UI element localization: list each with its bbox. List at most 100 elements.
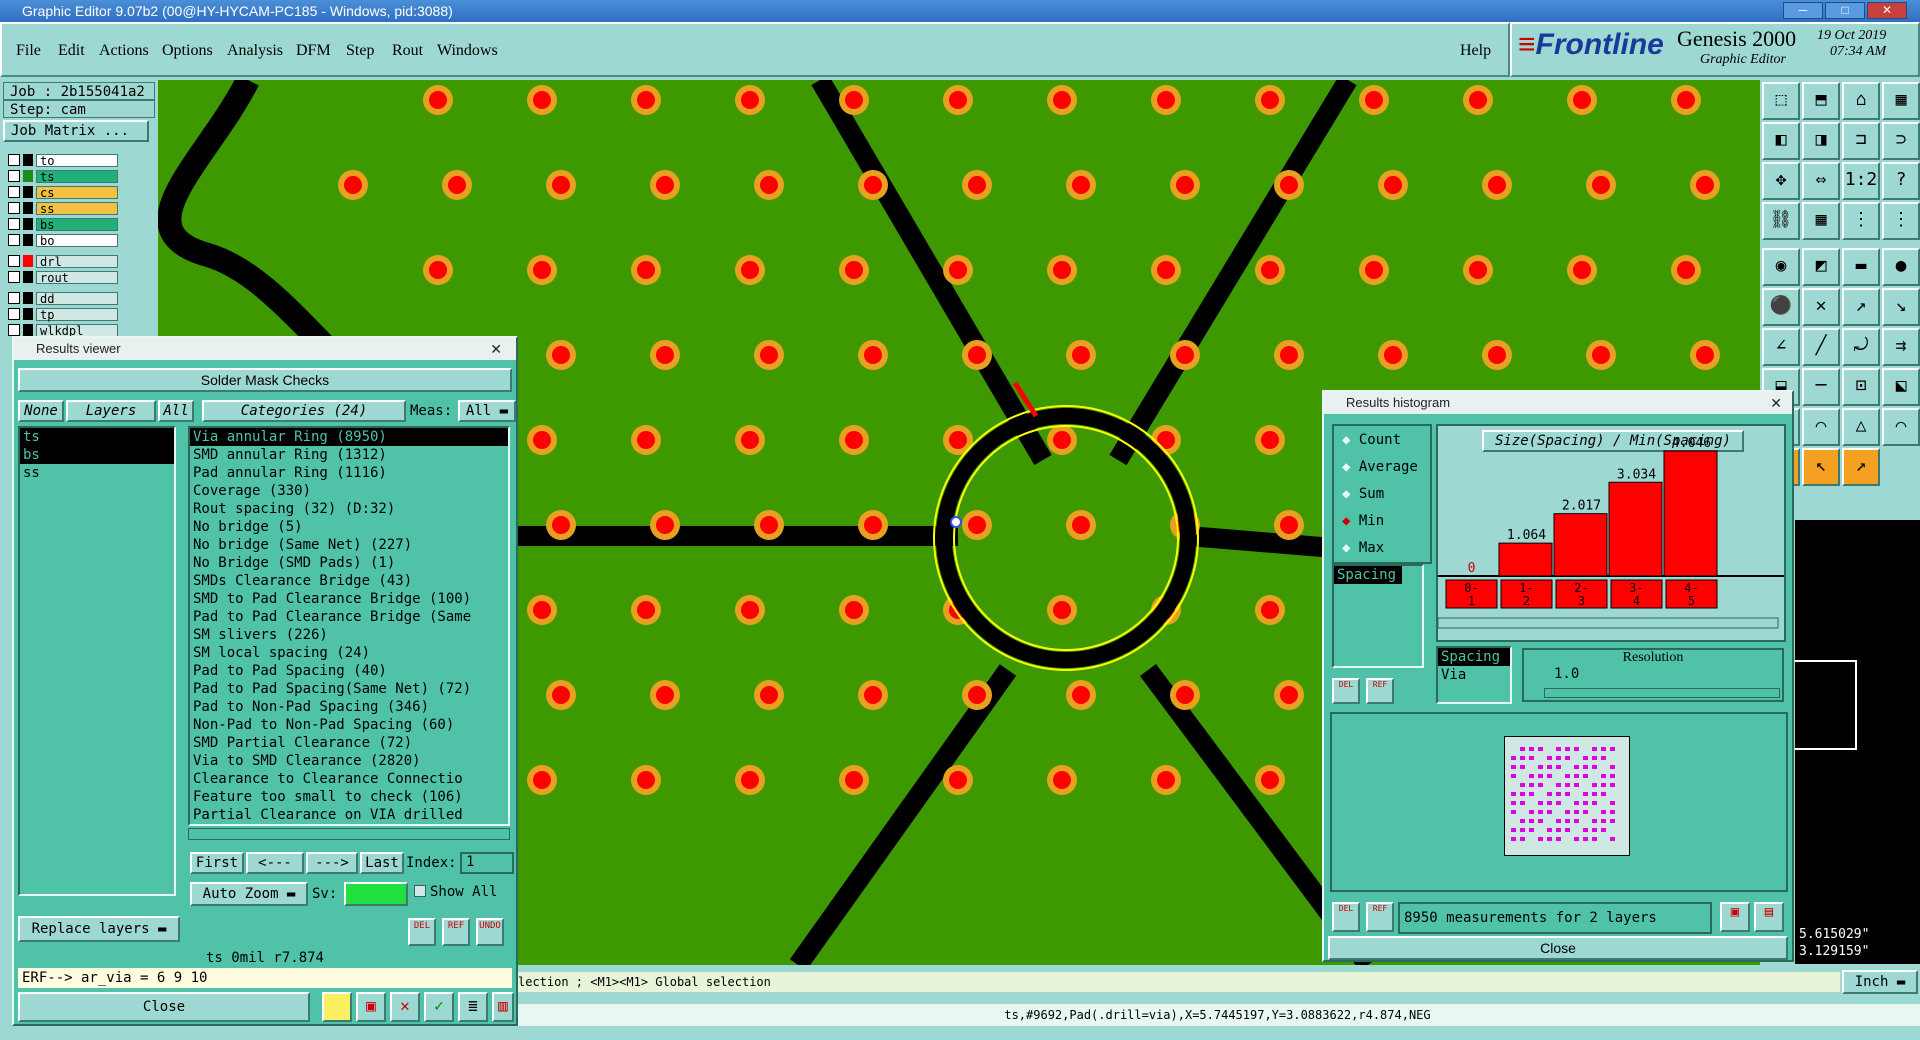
histogram-titlebar[interactable]: Results histogram ✕ [1324, 392, 1792, 414]
layer-checkbox[interactable] [8, 324, 20, 336]
index-input[interactable]: 1 [460, 852, 514, 874]
minimize-button[interactable]: ─ [1783, 2, 1823, 19]
tool-button-icon[interactable]: 1:2 [1842, 162, 1880, 200]
menu-windows[interactable]: Windows [437, 42, 498, 60]
undo-button[interactable]: UNDO [476, 918, 504, 946]
tool-button-icon[interactable]: ∠ [1762, 328, 1800, 366]
category-item[interactable]: SMD to Pad Clearance Bridge (100) [190, 590, 508, 608]
category-item[interactable]: SM local spacing (24) [190, 644, 508, 662]
category-item[interactable]: Pad to Pad Spacing (40) [190, 662, 508, 680]
del-button[interactable]: DEL [1332, 902, 1360, 932]
maximize-button[interactable]: □ [1825, 2, 1865, 19]
layer-name[interactable]: ts [36, 169, 118, 183]
close-button[interactable]: Close [18, 992, 310, 1022]
menu-dfm[interactable]: DFM [296, 42, 331, 60]
category-item[interactable]: Coverage (330) [190, 482, 508, 500]
layer-checkbox[interactable] [8, 202, 20, 214]
layer-checkbox[interactable] [8, 271, 20, 283]
ref-button[interactable]: REF [1366, 678, 1394, 704]
results-viewer-titlebar[interactable]: Results viewer ✕ [14, 338, 516, 360]
meas-select[interactable]: All ▬ [458, 400, 516, 422]
layer-checkbox[interactable] [8, 292, 20, 304]
check-icon[interactable]: ✓ [424, 992, 454, 1022]
measure-item[interactable]: Spacing [1334, 566, 1402, 584]
close-icon[interactable]: ✕ [1770, 392, 1782, 414]
category-item[interactable]: No bridge (Same Net) (227) [190, 536, 508, 554]
histogram-bar[interactable] [1608, 481, 1663, 577]
tool-button-icon[interactable]: ⋮ [1842, 202, 1880, 240]
list-icon[interactable]: ≣ [458, 992, 488, 1022]
prev-button[interactable]: <--- [246, 852, 304, 874]
export-icon[interactable]: ▣ [1720, 902, 1750, 932]
auto-zoom-select[interactable]: Auto Zoom ▬ [190, 882, 308, 906]
ref-button[interactable]: REF [442, 918, 470, 946]
tool-button-icon[interactable]: ✥ [1762, 162, 1800, 200]
resolution-slider[interactable] [1544, 688, 1780, 698]
histogram-bar[interactable] [1498, 542, 1553, 577]
category-item[interactable]: Rout spacing (32) (D:32) [190, 500, 508, 518]
tool-button-icon[interactable]: ⇔ [1802, 162, 1840, 200]
sv-color-select[interactable] [344, 882, 408, 906]
menu-step[interactable]: Step [346, 42, 374, 60]
tool-button-icon[interactable]: ⊃ [1882, 122, 1920, 160]
tool-button-icon[interactable]: ◉ [1762, 248, 1800, 286]
last-button[interactable]: Last [360, 852, 404, 874]
screen-icon[interactable]: ▣ [356, 992, 386, 1022]
menu-analysis[interactable]: Analysis [227, 42, 283, 60]
category-item[interactable]: Pad to Pad Clearance Bridge (Same [190, 608, 508, 626]
tool-button-icon[interactable]: ▦ [1882, 82, 1920, 120]
category-item[interactable]: Pad to Non-Pad Spacing (346) [190, 698, 508, 716]
tool-button-icon[interactable]: ✕ [1802, 288, 1840, 326]
category-item[interactable]: SMDs Clearance Bridge (43) [190, 572, 508, 590]
layer-checkbox[interactable] [8, 234, 20, 246]
category-item[interactable]: SM slivers (226) [190, 626, 508, 644]
menu-actions[interactable]: Actions [99, 42, 149, 60]
layer-name[interactable]: rout [36, 270, 118, 284]
report-icon[interactable] [322, 992, 352, 1022]
tool-button-icon[interactable]: ⬒ [1802, 82, 1840, 120]
layer-row[interactable]: to [8, 152, 158, 168]
layer-name[interactable]: tp [36, 307, 118, 321]
mode-radio-count[interactable]: ◆ Count [1342, 432, 1401, 448]
layer-row[interactable]: ss [8, 200, 158, 216]
layer-checkbox[interactable] [8, 218, 20, 230]
histogram-bar[interactable] [1553, 513, 1608, 577]
chart-scrollbar[interactable] [1438, 617, 1779, 629]
tool-button-icon[interactable]: ↗ [1842, 288, 1880, 326]
tool-button-icon[interactable]: ● [1882, 248, 1920, 286]
category-item[interactable]: Via to SMD Clearance (2820) [190, 752, 508, 770]
layers-button[interactable]: Layers [66, 400, 156, 422]
result-layer-item[interactable]: bs [20, 446, 174, 464]
menu-options[interactable]: Options [162, 42, 213, 60]
report-icon[interactable]: ▤ [1754, 902, 1784, 932]
layer-name[interactable]: bs [36, 217, 118, 231]
category-item[interactable]: Clearance to Clearance Connectio [190, 770, 508, 788]
tool-button-icon[interactable]: ╱ [1802, 328, 1840, 366]
none-button[interactable]: None [18, 400, 64, 422]
category-item[interactable]: Pad annular Ring (1116) [190, 464, 508, 482]
layers-list[interactable]: ts bs ss [18, 426, 176, 896]
job-matrix-button[interactable]: Job Matrix ... [3, 120, 149, 142]
layer-name[interactable]: dd [36, 291, 118, 305]
tool-button-icon[interactable]: ⋮ [1882, 202, 1920, 240]
tool-button-icon[interactable]: ◧ [1762, 122, 1800, 160]
category-item[interactable]: No Bridge (SMD Pads) (1) [190, 554, 508, 572]
layer-row[interactable]: tp [8, 306, 158, 322]
tool-button-icon[interactable]: ⊡ [1842, 368, 1880, 406]
tool-button-icon[interactable]: ⌒ [1802, 408, 1840, 446]
replace-layers-select[interactable]: Replace layers ▬ [18, 916, 180, 942]
categories-button[interactable]: Categories (24) [202, 400, 406, 422]
tool-button-icon[interactable]: ↘ [1882, 288, 1920, 326]
layer-checkbox[interactable] [8, 255, 20, 267]
result-layer-item[interactable]: ts [20, 428, 174, 446]
layer-row[interactable]: dd [8, 290, 158, 306]
categories-list[interactable]: Via annular Ring (8950) SMD annular Ring … [188, 426, 510, 826]
layer-checkbox[interactable] [8, 154, 20, 166]
category-item[interactable]: SMD annular Ring (1312) [190, 446, 508, 464]
tool-button-icon[interactable]: ▬ [1842, 248, 1880, 286]
categories-scrollbar[interactable] [188, 828, 510, 840]
mode-radio-average[interactable]: ◆ Average [1342, 459, 1418, 475]
layer-row[interactable]: bo [8, 232, 158, 248]
menu-edit[interactable]: Edit [58, 42, 85, 60]
all-button[interactable]: All [158, 400, 194, 422]
